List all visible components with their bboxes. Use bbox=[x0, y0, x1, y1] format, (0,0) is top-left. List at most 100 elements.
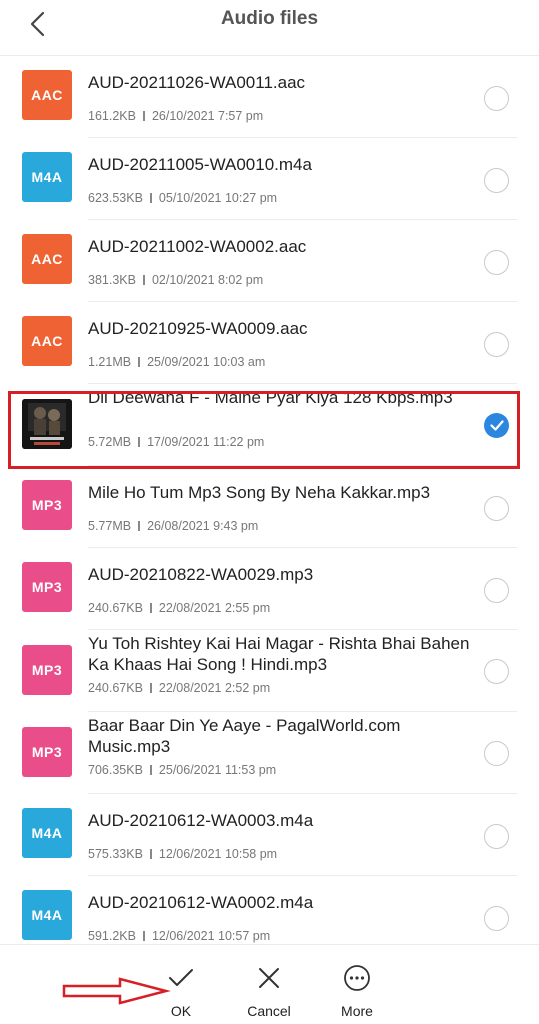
file-size: 623.53KB bbox=[88, 191, 143, 205]
meta-divider bbox=[149, 849, 152, 859]
file-name: AUD-20210612-WA0002.m4a bbox=[88, 893, 314, 912]
m4a-file-icon: M4A bbox=[22, 152, 72, 202]
more-options-icon bbox=[342, 963, 372, 993]
meta-divider bbox=[149, 683, 152, 693]
file-row[interactable]: M4A AUD-20210612-WA0002.m4a 591.2KB 12/06/2… bbox=[0, 876, 539, 944]
meta-divider bbox=[142, 111, 145, 121]
file-date: 25/06/2021 11:53 pm bbox=[158, 763, 277, 777]
file-date: 12/06/2021 10:58 pm bbox=[158, 847, 278, 861]
bottom-action-bar: OK Cancel More bbox=[0, 944, 539, 1024]
file-size: 575.33KB bbox=[88, 847, 143, 861]
file-name: AUD-20210612-WA0003.m4a bbox=[88, 811, 314, 830]
file-date: 05/10/2021 10:27 pm bbox=[158, 191, 278, 205]
top-bar: Audio files bbox=[0, 0, 539, 56]
album-art-image bbox=[22, 399, 72, 449]
file-meta: 623.53KB 05/10/2021 10:27 pm bbox=[88, 191, 277, 205]
file-name: AUD-20211005-WA0010.m4a bbox=[88, 155, 312, 174]
select-radio[interactable] bbox=[484, 906, 509, 931]
select-radio[interactable] bbox=[484, 578, 509, 603]
file-meta: 591.2KB 12/06/2021 10:57 pm bbox=[88, 929, 270, 943]
meta-divider bbox=[149, 765, 152, 775]
file-size: 1.21MB bbox=[88, 355, 132, 369]
file-name: AUD-20210822-WA0029.mp3 bbox=[88, 565, 314, 584]
file-row[interactable]: MP3 Baar Baar Din Ye Aaye - PagalWorld.co… bbox=[0, 712, 539, 794]
file-size: 5.72MB bbox=[88, 435, 132, 449]
file-meta: 575.33KB 12/06/2021 10:58 pm bbox=[88, 847, 277, 861]
cancel-button[interactable]: Cancel bbox=[229, 945, 309, 1024]
file-row[interactable]: M4A AUD-20211005-WA0010.m4a 623.53KB 05/10/… bbox=[0, 138, 539, 220]
file-name: AUD-20211002-WA0002.aac bbox=[88, 237, 307, 256]
more-label: More bbox=[341, 1003, 373, 1019]
file-size: 591.2KB bbox=[88, 929, 136, 943]
more-button[interactable]: More bbox=[317, 945, 397, 1024]
file-date: 26/08/2021 9:43 pm bbox=[147, 519, 259, 533]
file-meta: 381.3KB 02/10/2021 8:02 pm bbox=[88, 273, 263, 287]
close-icon bbox=[254, 963, 284, 993]
file-date: 26/10/2021 7:57 pm bbox=[151, 109, 264, 123]
file-row[interactable]: MP3 AUD-20210822-WA0029.mp3 240.67KB 22/08/… bbox=[0, 548, 539, 630]
select-radio[interactable] bbox=[484, 250, 509, 275]
file-meta: 1.21MB 25/09/2021 10:03 am bbox=[88, 355, 265, 369]
meta-divider bbox=[138, 357, 141, 367]
meta-divider bbox=[142, 275, 145, 285]
aac-file-icon: AAC bbox=[22, 234, 72, 284]
file-meta: 161.2KB 26/10/2021 7:57 pm bbox=[88, 109, 263, 123]
ok-label: OK bbox=[170, 1003, 192, 1019]
meta-divider bbox=[138, 437, 141, 447]
meta-divider bbox=[138, 521, 141, 531]
select-radio[interactable] bbox=[484, 659, 509, 684]
meta-divider bbox=[142, 931, 145, 941]
file-name: Dil Deewana F - Maine Pyar Kiya 128 Kbps… bbox=[88, 388, 453, 407]
file-row[interactable]: AAC AUD-20210925-WA0009.aac 1.21MB 25/09/20… bbox=[0, 302, 539, 384]
album-art-thumbnail bbox=[22, 399, 72, 449]
file-row[interactable]: AAC AUD-20211002-WA0002.aac 381.3KB 02/10/2… bbox=[0, 220, 539, 302]
checkmark-icon bbox=[166, 963, 196, 993]
meta-divider bbox=[149, 193, 152, 203]
file-row[interactable]: MP3 Yu Toh Rishtey Kai Hai Magar - Rishta… bbox=[0, 630, 539, 712]
file-name: Mile Ho Tum Mp3 Song By Neha Kakkar.mp3 bbox=[88, 483, 431, 502]
file-size: 240.67KB bbox=[88, 681, 143, 695]
file-size: 161.2KB bbox=[88, 109, 136, 123]
select-radio[interactable] bbox=[484, 741, 509, 766]
select-radio[interactable] bbox=[484, 168, 509, 193]
ok-button[interactable]: OK bbox=[141, 945, 221, 1024]
file-size: 381.3KB bbox=[88, 273, 136, 287]
aac-file-icon: AAC bbox=[22, 70, 72, 120]
select-radio[interactable] bbox=[484, 86, 509, 111]
select-radio[interactable] bbox=[484, 824, 509, 849]
m4a-file-icon: M4A bbox=[22, 890, 72, 940]
file-row[interactable]: MP3 Mile Ho Tum Mp3 Song By Neha Kakkar.m… bbox=[0, 466, 539, 548]
file-date: 25/09/2021 10:03 am bbox=[147, 355, 266, 369]
file-date: 12/06/2021 10:57 pm bbox=[151, 929, 271, 943]
file-name: Yu Toh Rishtey Kai Hai Magar - Rishta Bh… bbox=[88, 634, 470, 674]
check-icon bbox=[489, 420, 504, 431]
page-title: Audio files bbox=[220, 8, 319, 29]
selected-radio[interactable] bbox=[484, 413, 509, 438]
file-date: 02/10/2021 8:02 pm bbox=[151, 273, 264, 287]
file-row[interactable]: AAC AUD-20211026-WA0011.aac 161.2KB 26/10/2… bbox=[0, 56, 539, 138]
file-size: 706.35KB bbox=[88, 763, 143, 777]
file-row[interactable]: M4A AUD-20210612-WA0003.m4a 575.33KB 12/06/… bbox=[0, 794, 539, 876]
file-meta: 240.67KB 22/08/2021 2:55 pm bbox=[88, 601, 270, 615]
file-size: 5.77MB bbox=[88, 519, 132, 533]
m4a-file-icon: M4A bbox=[22, 808, 72, 858]
file-meta: 706.35KB 25/06/2021 11:53 pm bbox=[88, 763, 276, 777]
file-meta: 240.67KB 22/08/2021 2:52 pm bbox=[88, 681, 270, 695]
file-name: AUD-20210925-WA0009.aac bbox=[88, 319, 308, 338]
select-radio[interactable] bbox=[484, 332, 509, 357]
mp3-file-icon: MP3 bbox=[22, 645, 72, 695]
meta-divider bbox=[149, 603, 152, 613]
aac-file-icon: AAC bbox=[22, 316, 72, 366]
mp3-file-icon: MP3 bbox=[22, 562, 72, 612]
file-name: AUD-20211026-WA0011.aac bbox=[88, 73, 306, 92]
file-date: 22/08/2021 2:55 pm bbox=[158, 601, 271, 615]
file-row[interactable]: Dil Deewana F - Maine Pyar Kiya 128 Kbps… bbox=[0, 384, 539, 466]
file-size: 240.67KB bbox=[88, 601, 143, 615]
file-meta: 5.77MB 26/08/2021 9:43 pm bbox=[88, 519, 258, 533]
mp3-file-icon: MP3 bbox=[22, 727, 72, 777]
file-name: Baar Baar Din Ye Aaye - PagalWorld.com M… bbox=[88, 716, 401, 756]
file-date: 17/09/2021 11:22 pm bbox=[147, 435, 265, 449]
audio-file-list[interactable]: AAC AUD-20211026-WA0011.aac 161.2KB 26/10/2… bbox=[0, 56, 539, 944]
select-radio[interactable] bbox=[484, 496, 509, 521]
file-date: 22/08/2021 2:52 pm bbox=[158, 681, 271, 695]
